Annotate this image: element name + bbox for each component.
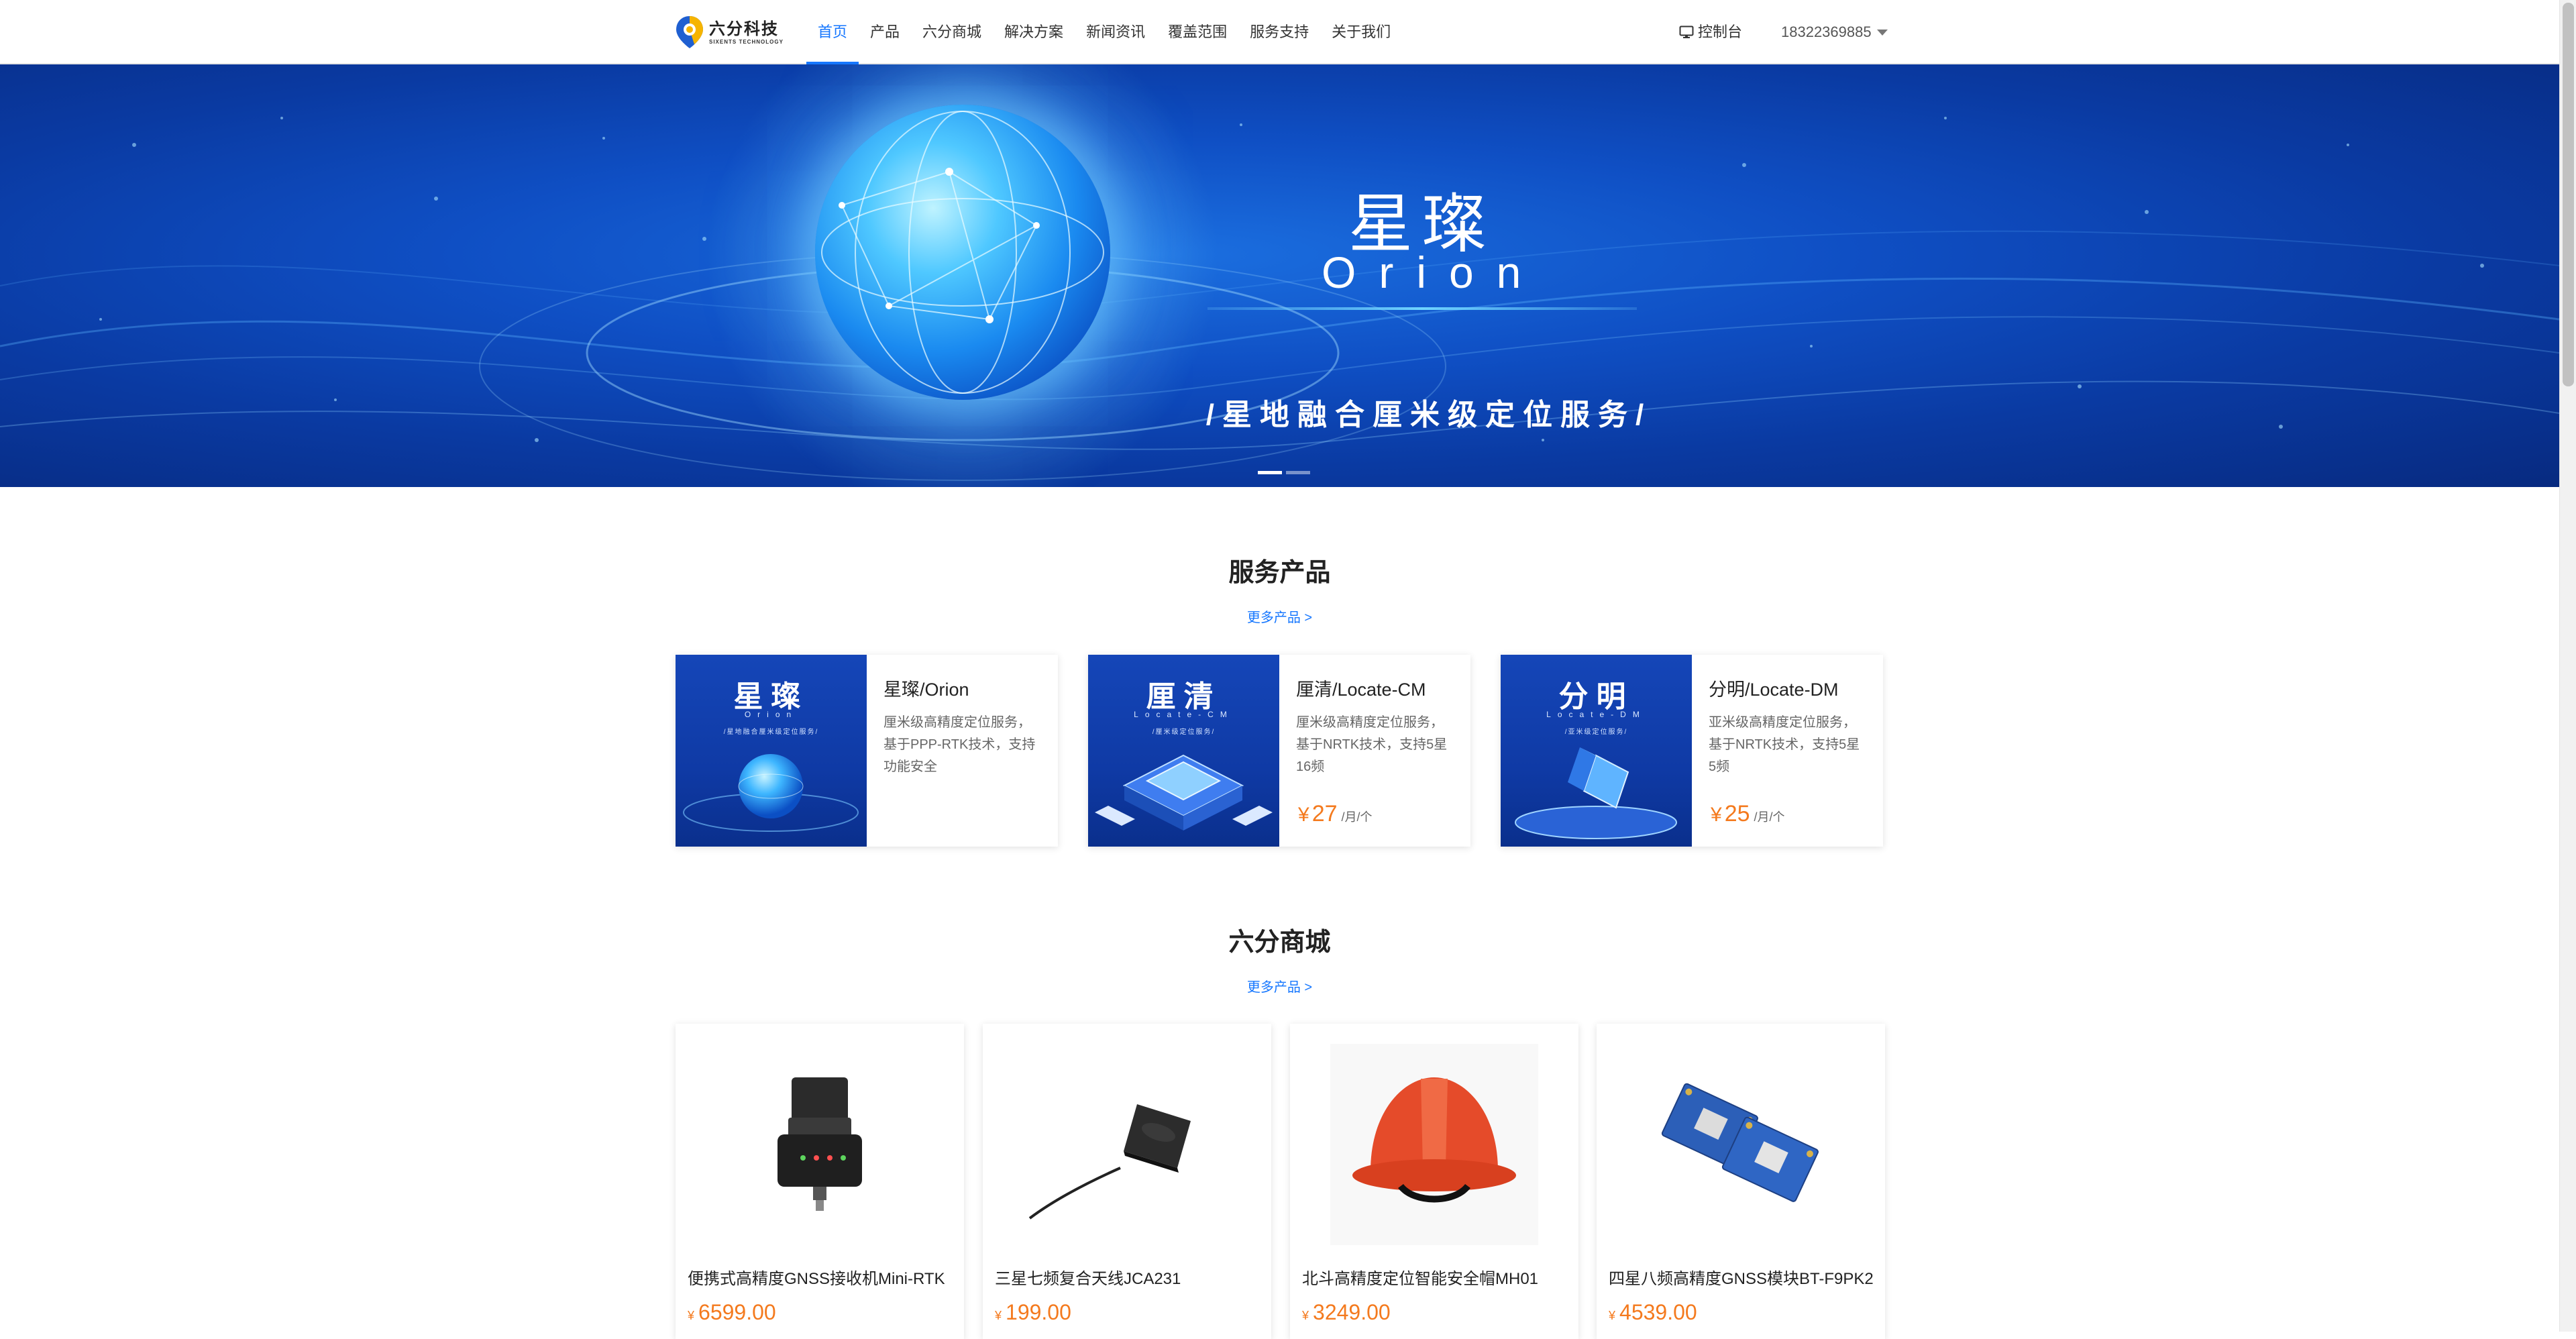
currency-symbol: ¥ (995, 1309, 1002, 1322)
service-price: ¥25/月/个 (1711, 801, 1785, 827)
hero-banner[interactable]: 星璨 Orion /星地融合厘米级定位服务/ (0, 64, 2559, 487)
product-price: ¥4539.00 (1609, 1300, 1697, 1325)
cube-icon (1515, 747, 1677, 839)
account-phone: 18322369885 (1781, 23, 1872, 40)
carousel-dots (1258, 471, 1314, 474)
scrollbar-thumb[interactable] (2563, 3, 2574, 386)
banner-subtitle: Orion (1322, 248, 1544, 297)
console-label: 控制台 (1698, 23, 1743, 40)
services-section-title: 服务产品 (1228, 559, 1331, 587)
service-name: 星璨/Orion (883, 680, 969, 700)
price-value: 25 (1724, 801, 1750, 826)
shop-section-title: 六分商城 (1228, 928, 1331, 957)
service-price: ¥27/月/个 (1298, 801, 1373, 827)
currency-symbol: ¥ (1711, 804, 1722, 826)
carousel-dot-1[interactable] (1258, 471, 1282, 474)
price-value: 4539.00 (1619, 1300, 1697, 1324)
console-link[interactable]: 控制台 (1679, 0, 1742, 64)
service-card-locate-dm[interactable]: 分明 Locate-DM /亚米级定位服务/ 分明/Locate-DM 亚米级高… (1501, 655, 1883, 847)
currency-symbol: ¥ (1302, 1309, 1309, 1322)
product-price: ¥6599.00 (688, 1300, 776, 1325)
logo-name: 六分科技 (709, 19, 779, 38)
product-price: ¥3249.00 (1302, 1300, 1391, 1325)
service-card-orion[interactable]: 星璨 Orion /星地融合厘米级定位服务/ 星璨/Orion 厘米级高精度定位… (676, 655, 1058, 847)
banner-slogan: /星地融合厘米级定位服务/ (1205, 398, 1652, 431)
banner-divider (1208, 307, 1637, 310)
helmet-icon (1330, 1044, 1538, 1245)
product-name: 北斗高精度定位智能安全帽MH01 (1302, 1270, 1539, 1288)
currency-symbol: ¥ (1609, 1309, 1616, 1322)
nav-about[interactable]: 关于我们 (1320, 0, 1402, 64)
services-more-link[interactable]: 更多产品 > (0, 606, 2559, 626)
price-value: 199.00 (1006, 1300, 1071, 1324)
currency-symbol: ¥ (1298, 804, 1309, 826)
service-desc: 厘米级高精度定位服务，基于PPP-RTK技术，支持功能安全 (883, 715, 1036, 774)
nav-mall[interactable]: 六分商城 (911, 0, 993, 64)
price-value: 27 (1311, 801, 1338, 826)
nav-solutions[interactable]: 解决方案 (993, 0, 1075, 64)
top-header: 六分科技 SIXENTS TECHNOLOGY 首页 产品 六分商城 解决方案 … (0, 0, 2559, 64)
nav-support[interactable]: 服务支持 (1238, 0, 1320, 64)
service-image-locate-dm: 分明 Locate-DM /亚米级定位服务/ (1501, 655, 1692, 847)
logo-mark-icon (674, 15, 705, 50)
gnss-receiver-icon (777, 1077, 862, 1211)
product-card[interactable]: 三星七频复合天线JCA231 ¥199.00 (983, 1024, 1271, 1339)
product-card[interactable]: 四星八频高精度GNSS模块BT-F9PK2 ¥4539.00 (1597, 1024, 1885, 1339)
service-name: 厘清/Locate-CM (1296, 680, 1426, 700)
service-desc: 厘米级高精度定位服务，基于NRTK技术，支持5星16频 (1296, 715, 1448, 774)
logo-tagline: SIXENTS TECHNOLOGY (709, 38, 784, 45)
nav-news[interactable]: 新闻资讯 (1075, 0, 1157, 64)
nav-home[interactable]: 首页 (806, 0, 859, 64)
product-card[interactable]: 便携式高精度GNSS接收机Mini-RTK ¥6599.00 (676, 1024, 964, 1339)
main-nav: 首页 产品 六分商城 解决方案 新闻资讯 覆盖范围 服务支持 关于我们 (806, 0, 1402, 64)
product-name: 四星八频高精度GNSS模块BT-F9PK2 (1609, 1270, 1874, 1288)
globe-network-lines (821, 111, 1104, 394)
antenna-icon (1028, 1104, 1191, 1220)
chevron-down-icon (1876, 29, 1888, 36)
product-card[interactable]: 北斗高精度定位智能安全帽MH01 ¥3249.00 (1290, 1024, 1578, 1339)
monitor-icon (1679, 25, 1694, 38)
product-name: 三星七频复合天线JCA231 (995, 1270, 1181, 1288)
product-price: ¥199.00 (995, 1300, 1071, 1325)
shop-more-link[interactable]: 更多产品 > (0, 976, 2559, 996)
service-card-locate-cm[interactable]: 厘清 Locate-CM /厘米级定位服务/ 厘清/Locate-CM 厘米级高… (1088, 655, 1470, 847)
service-image-orion: 星璨 Orion /星地融合厘米级定位服务/ (676, 655, 867, 847)
account-menu[interactable]: 18322369885 (1781, 0, 1888, 64)
price-unit: /月/个 (1341, 810, 1373, 824)
nav-coverage[interactable]: 覆盖范围 (1157, 0, 1238, 64)
carousel-dot-2[interactable] (1286, 471, 1310, 474)
price-unit: /月/个 (1754, 810, 1785, 824)
brand-logo[interactable]: 六分科技 SIXENTS TECHNOLOGY (674, 15, 784, 50)
service-name: 分明/Locate-DM (1709, 680, 1839, 700)
service-image-locate-cm: 厘清 Locate-CM /厘米级定位服务/ (1088, 655, 1279, 847)
service-desc: 亚米级高精度定位服务，基于NRTK技术，支持5星5频 (1709, 715, 1860, 774)
globe-icon (683, 754, 859, 832)
nav-products[interactable]: 产品 (859, 0, 911, 64)
gnss-module-icon (1661, 1083, 1819, 1202)
currency-symbol: ¥ (688, 1309, 695, 1322)
product-name: 便携式高精度GNSS接收机Mini-RTK (688, 1270, 945, 1288)
chip-icon (1095, 754, 1273, 831)
price-value: 6599.00 (698, 1300, 776, 1324)
page-scrollbar[interactable] (2559, 0, 2576, 1332)
price-value: 3249.00 (1313, 1300, 1391, 1324)
